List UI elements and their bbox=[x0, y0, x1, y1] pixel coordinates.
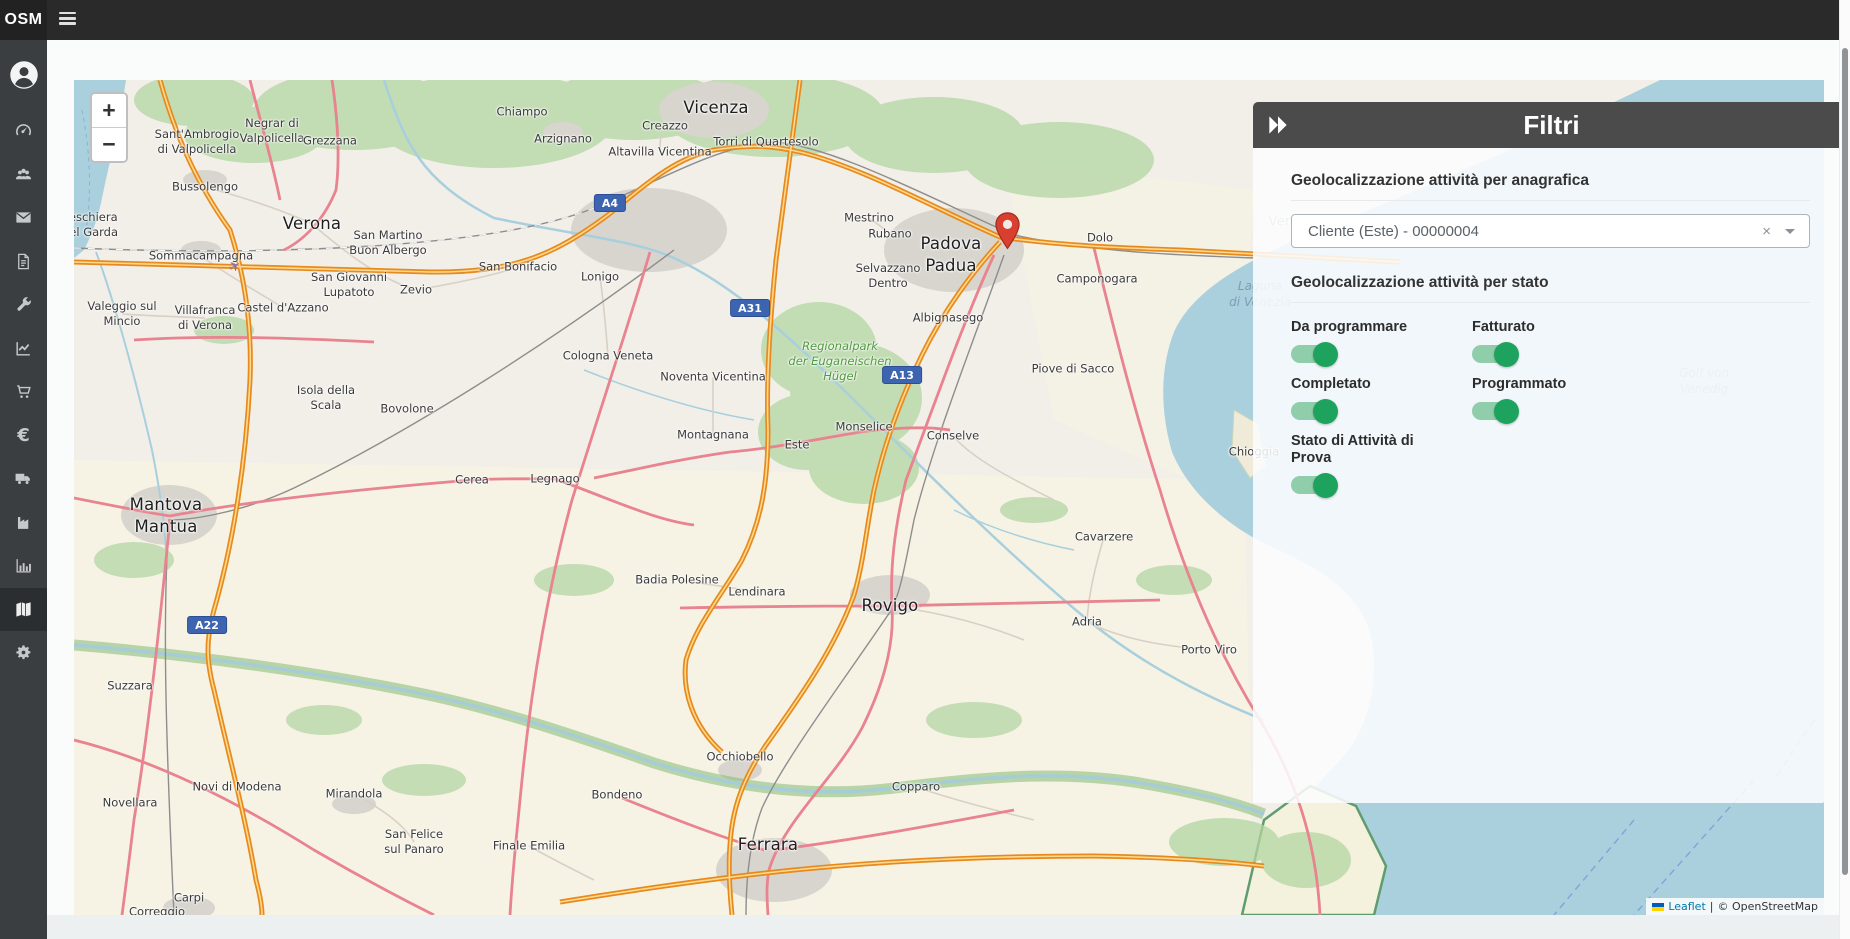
map-attribution: Leaflet | © OpenStreetMap bbox=[1646, 898, 1824, 915]
toggle-item-da-programmare: Da programmare bbox=[1291, 319, 1472, 363]
zoom-out-button[interactable]: − bbox=[92, 128, 126, 161]
users-icon bbox=[14, 165, 33, 184]
sidebar-item-documents[interactable] bbox=[0, 240, 47, 284]
toggle-item-stato-attivita-di-prova: Stato di Attività di Prova bbox=[1291, 433, 1472, 494]
sidebar-item-production[interactable] bbox=[0, 501, 47, 545]
cart-icon bbox=[14, 382, 33, 401]
filter-panel-header: Filtri bbox=[1253, 102, 1850, 148]
page-bottom-strip bbox=[47, 915, 1840, 939]
sidebar-item-logistics[interactable] bbox=[0, 457, 47, 501]
dashboard-icon bbox=[14, 121, 33, 140]
app-window: OSM € bbox=[0, 0, 1850, 939]
toggle-knob bbox=[1313, 342, 1338, 367]
leaflet-link[interactable]: Leaflet bbox=[1668, 900, 1705, 913]
toggle-label-completato: Completato bbox=[1291, 376, 1457, 393]
app-logo: OSM bbox=[0, 0, 47, 40]
wrench-icon bbox=[14, 295, 33, 314]
topbar: OSM bbox=[0, 0, 1850, 40]
filter-panel-title: Filtri bbox=[1253, 110, 1850, 141]
envelope-icon bbox=[14, 208, 33, 227]
sidebar-item-reports[interactable] bbox=[0, 327, 47, 371]
filter-panel: Geolocalizzazione attività per anagrafic… bbox=[1253, 148, 1824, 803]
toggle-item-completato: Completato bbox=[1291, 376, 1472, 420]
document-icon bbox=[14, 252, 33, 271]
select-caret-icon[interactable] bbox=[1785, 229, 1795, 234]
toggle-switch-completato[interactable] bbox=[1291, 402, 1336, 420]
user-avatar-icon bbox=[9, 60, 39, 90]
osm-attribution: © OpenStreetMap bbox=[1717, 900, 1818, 913]
double-chevron-right-icon bbox=[1265, 112, 1291, 138]
bar-chart-icon bbox=[14, 556, 33, 575]
scrollbar-thumb[interactable] bbox=[1842, 48, 1848, 875]
truck-icon bbox=[14, 469, 33, 488]
map-zoom-control: + − bbox=[90, 92, 128, 163]
sidebar-item-map[interactable] bbox=[0, 588, 47, 632]
collapse-panel-button[interactable] bbox=[1265, 112, 1291, 138]
toggle-label-stato-attivita-di-prova: Stato di Attività di Prova bbox=[1291, 433, 1457, 467]
toggle-item-programmato: Programmato bbox=[1472, 376, 1653, 420]
euro-icon: € bbox=[17, 425, 30, 446]
sidebar-item-settings[interactable] bbox=[0, 631, 47, 675]
toggle-switch-stato-attivita-di-prova[interactable] bbox=[1291, 476, 1336, 494]
toggle-switch-programmato[interactable] bbox=[1472, 402, 1517, 420]
sidebar-item-tools[interactable] bbox=[0, 283, 47, 327]
toggle-knob bbox=[1494, 342, 1519, 367]
sidebar-item-profile[interactable] bbox=[0, 53, 47, 97]
zoom-in-button[interactable]: + bbox=[92, 94, 126, 128]
section-anagrafica-heading: Geolocalizzazione attività per anagrafic… bbox=[1291, 172, 1810, 190]
sidebar-item-dashboard[interactable] bbox=[0, 109, 47, 153]
toggle-knob bbox=[1313, 399, 1338, 424]
anagrafica-select[interactable]: Cliente (Este) - 00000004 × bbox=[1291, 214, 1810, 248]
sidebar-item-billing[interactable]: € bbox=[0, 414, 47, 458]
map-icon bbox=[14, 600, 33, 619]
toggle-label-programmato: Programmato bbox=[1472, 376, 1638, 393]
toggle-switch-fatturato[interactable] bbox=[1472, 345, 1517, 363]
page-scrollbar[interactable] bbox=[1839, 0, 1850, 939]
sidebar-item-statistics[interactable] bbox=[0, 544, 47, 588]
map-marker[interactable] bbox=[995, 212, 1020, 250]
hamburger-menu-icon[interactable] bbox=[59, 12, 76, 27]
section-stato-heading: Geolocalizzazione attività per stato bbox=[1291, 274, 1810, 292]
sidebar-item-orders[interactable] bbox=[0, 370, 47, 414]
industry-icon bbox=[14, 513, 33, 532]
toggle-label-fatturato: Fatturato bbox=[1472, 319, 1638, 336]
section-divider bbox=[1291, 200, 1810, 201]
sidebar-item-messages[interactable] bbox=[0, 196, 47, 240]
anagrafica-select-value: Cliente (Este) - 00000004 bbox=[1308, 223, 1748, 240]
line-chart-icon bbox=[14, 339, 33, 358]
attribution-separator: | bbox=[1710, 900, 1714, 913]
sidebar: € bbox=[0, 40, 47, 939]
gear-icon bbox=[14, 643, 33, 662]
sidebar-item-users[interactable] bbox=[0, 153, 47, 197]
select-clear-icon[interactable]: × bbox=[1748, 223, 1785, 240]
toggle-label-da-programmare: Da programmare bbox=[1291, 319, 1457, 336]
toggle-knob bbox=[1313, 473, 1338, 498]
ukraine-flag-icon bbox=[1652, 903, 1664, 911]
toggle-switch-da-programmare[interactable] bbox=[1291, 345, 1336, 363]
toggle-knob bbox=[1494, 399, 1519, 424]
toggle-grid: Da programmare Fatturato Completato Program… bbox=[1291, 319, 1810, 507]
section-divider bbox=[1291, 302, 1810, 303]
toggle-item-fatturato: Fatturato bbox=[1472, 319, 1653, 363]
